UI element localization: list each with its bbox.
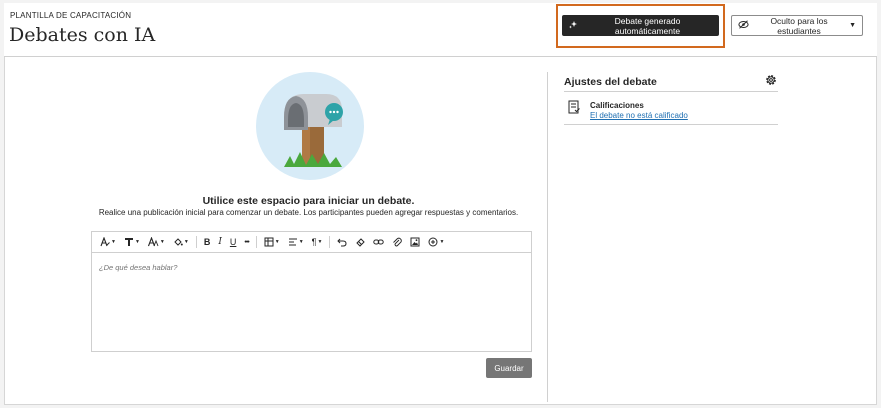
clear-format-button[interactable]: [351, 232, 369, 253]
chevron-down-icon: ▼: [439, 239, 445, 245]
italic-button[interactable]: I: [214, 232, 226, 253]
gear-icon[interactable]: [764, 73, 778, 87]
image-icon: [410, 237, 420, 247]
eye-slash-icon: [738, 20, 749, 31]
text-style-icon: [100, 237, 110, 247]
link-icon: [373, 239, 385, 245]
auto-generated-debate-label: Debate generado automáticamente: [614, 15, 681, 36]
underline-button[interactable]: U: [226, 232, 241, 253]
text-color-button[interactable]: ▼: [169, 232, 193, 253]
sparkle-icon: [568, 20, 578, 32]
page-title: Debates con IA: [9, 24, 156, 46]
chevron-down-icon: ▼: [317, 239, 323, 245]
prompt-subtitle: Realice una publicación inicial para com…: [98, 208, 519, 217]
editor-text-area[interactable]: ¿De qué desea hablar?: [99, 263, 177, 272]
chevron-down-icon: ▼: [111, 239, 116, 245]
table-button[interactable]: ▼: [260, 232, 284, 253]
prompt-title: Utilice este espacio para iniciar un deb…: [202, 195, 415, 207]
chevron-down-icon: ▼: [159, 239, 165, 245]
chevron-down-icon: ▼: [298, 239, 304, 245]
more-options-button[interactable]: •••: [240, 232, 252, 253]
toolbar-separator: [329, 236, 331, 248]
paragraph-button[interactable]: ¶ ▼: [308, 232, 327, 253]
toolbar-separator: [195, 236, 197, 248]
bold-button[interactable]: B: [200, 232, 215, 253]
align-left-icon: [288, 238, 297, 246]
rich-text-editor: ▼ ▼ ▼ ▼ B I U ••• ▼ ▼ ¶ ▼ ▼ ¿De qué dese…: [91, 231, 532, 352]
undo-button[interactable]: [333, 232, 351, 253]
chevron-down-icon: ▼: [183, 239, 189, 245]
grades-label: Calificaciones: [590, 101, 644, 110]
chevron-down-icon: ▼: [849, 22, 856, 29]
plus-circle-icon: [428, 237, 438, 247]
align-button[interactable]: ▼: [284, 232, 308, 253]
font-size-icon: [147, 237, 159, 247]
attach-button[interactable]: [388, 232, 406, 253]
table-icon: [264, 237, 274, 247]
mailbox-illustration: [256, 72, 364, 180]
image-button[interactable]: [406, 232, 424, 253]
paperclip-icon: [393, 237, 403, 247]
text-style-button[interactable]: ▼: [96, 232, 120, 253]
breadcrumb[interactable]: PLANTILLA DE CAPACITACIÓN: [10, 11, 131, 20]
save-button[interactable]: Guardar: [486, 358, 532, 378]
paragraph-icon: ¶: [311, 237, 317, 247]
eraser-icon: [356, 238, 366, 247]
divider: [564, 91, 778, 92]
auto-generated-debate-button[interactable]: Debate generado automáticamente: [562, 15, 719, 36]
font-size-button[interactable]: ▼: [144, 232, 169, 253]
format-button[interactable]: ▼: [120, 232, 144, 253]
toolbar-separator: [255, 236, 257, 248]
chevron-down-icon: ▼: [274, 239, 280, 245]
insert-content-button[interactable]: ▼: [424, 232, 448, 253]
link-button[interactable]: [369, 232, 388, 253]
chevron-down-icon: ▼: [134, 239, 140, 245]
format-icon: [124, 238, 133, 246]
undo-icon: [337, 238, 347, 247]
paint-bucket-icon: [174, 238, 183, 246]
settings-title: Ajustes del debate: [564, 76, 657, 88]
visibility-label: Oculto para los estudiantes: [770, 15, 828, 36]
visibility-dropdown[interactable]: Oculto para los estudiantes ▼: [731, 15, 863, 36]
divider: [564, 124, 778, 125]
column-divider: [547, 72, 548, 402]
grades-link[interactable]: El debate no está calificado: [590, 111, 688, 120]
editor-toolbar: ▼ ▼ ▼ ▼ B I U ••• ▼ ▼ ¶ ▼ ▼: [92, 232, 531, 253]
gradebook-icon: [568, 100, 580, 114]
